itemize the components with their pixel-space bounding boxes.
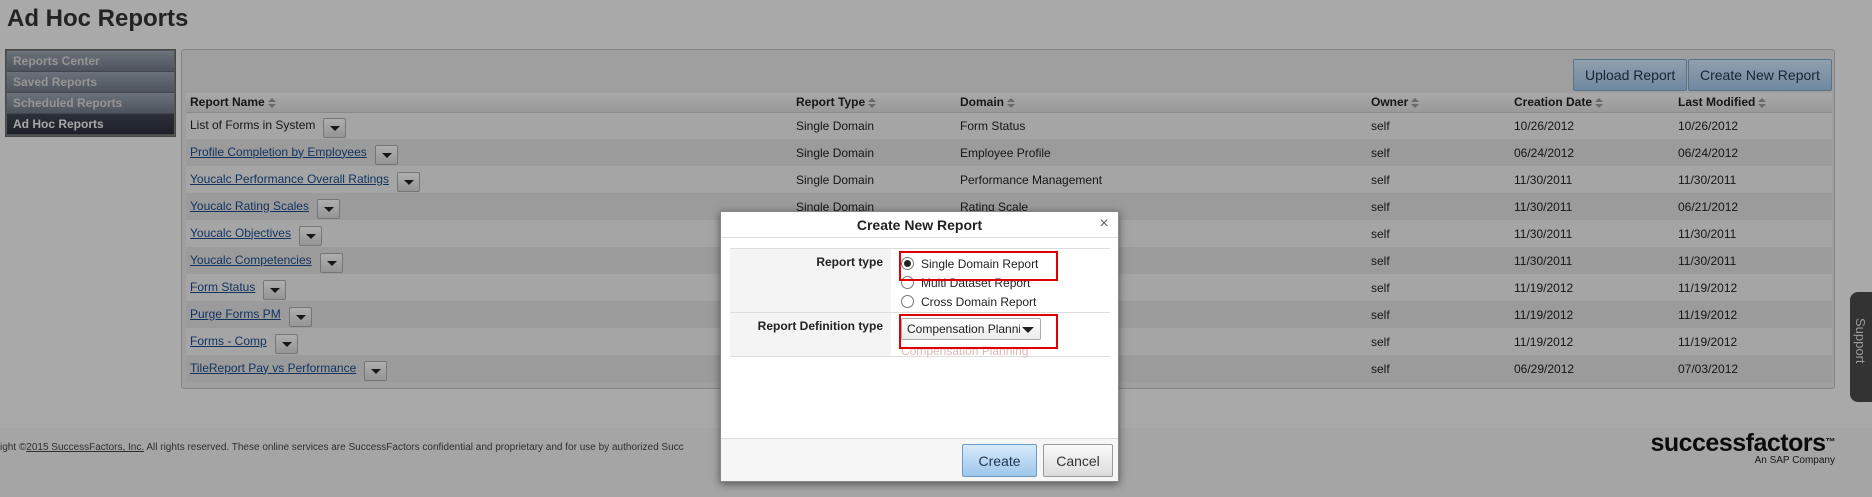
definition-type-label: Report Definition type [730,313,891,356]
highlight-box-definition-type [899,314,1058,349]
radio-unchecked-icon[interactable] [901,295,914,308]
highlight-box-report-type [899,251,1058,281]
radio-cross-domain[interactable]: Cross Domain Report [901,292,1110,311]
report-type-label: Report type [730,249,891,312]
dialog-footer: Create Cancel [721,438,1118,481]
create-new-report-dialog: Create New Report × Report type Single D… [720,211,1119,482]
dialog-title: Create New Report [721,212,1118,238]
close-icon[interactable]: × [1096,215,1112,233]
report-form: Report type Single Domain Report Multi D… [730,248,1110,358]
create-button[interactable]: Create [962,444,1037,477]
cancel-button[interactable]: Cancel [1043,444,1113,477]
